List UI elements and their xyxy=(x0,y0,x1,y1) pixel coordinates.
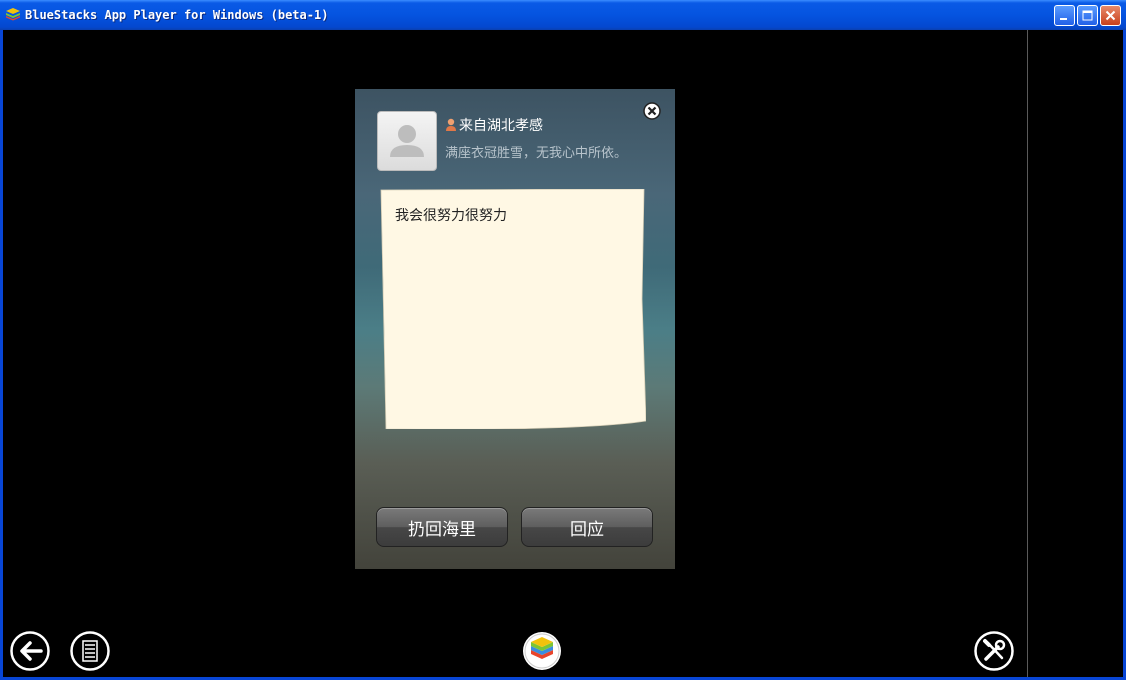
emulator-screen: 来自湖北孝感 满座衣冠胜雪，无我心中所依。 我会很努力很努力 扔回海里 回应 xyxy=(3,30,1123,677)
signature-text: 满座衣冠胜雪，无我心中所依。 xyxy=(445,146,628,161)
person-icon xyxy=(446,118,456,131)
app-window: BlueStacks App Player for Windows (beta-… xyxy=(0,0,1126,680)
user-avatar[interactable] xyxy=(377,111,437,171)
location-row: 来自湖北孝感 xyxy=(445,115,543,135)
close-popup-icon[interactable] xyxy=(643,102,661,120)
message-text: 我会很努力很努力 xyxy=(395,208,507,224)
sidebar-divider xyxy=(1027,30,1028,677)
title-bar[interactable]: BlueStacks App Player for Windows (beta-… xyxy=(0,0,1126,30)
settings-tools-icon[interactable] xyxy=(974,631,1014,671)
default-user-icon xyxy=(390,125,424,157)
note-paper xyxy=(380,189,646,429)
close-button[interactable] xyxy=(1100,5,1121,26)
maximize-icon xyxy=(1082,10,1093,21)
maximize-button[interactable] xyxy=(1077,5,1098,26)
location-text: 来自湖北孝感 xyxy=(459,118,543,134)
minimize-button[interactable] xyxy=(1054,5,1075,26)
bluestacks-logo-icon[interactable] xyxy=(522,631,562,671)
menu-list-icon[interactable] xyxy=(70,631,110,671)
bluestacks-app-icon xyxy=(6,8,20,21)
throw-back-button[interactable]: 扔回海里 xyxy=(376,507,508,547)
back-arrow-icon[interactable] xyxy=(10,631,50,671)
close-icon xyxy=(1105,10,1116,21)
minimize-icon xyxy=(1060,18,1067,20)
window-title: BlueStacks App Player for Windows (beta-… xyxy=(25,8,329,22)
bottle-popup: 来自湖北孝感 满座衣冠胜雪，无我心中所依。 我会很努力很努力 扔回海里 回应 xyxy=(355,89,675,569)
reply-button[interactable]: 回应 xyxy=(521,507,653,547)
